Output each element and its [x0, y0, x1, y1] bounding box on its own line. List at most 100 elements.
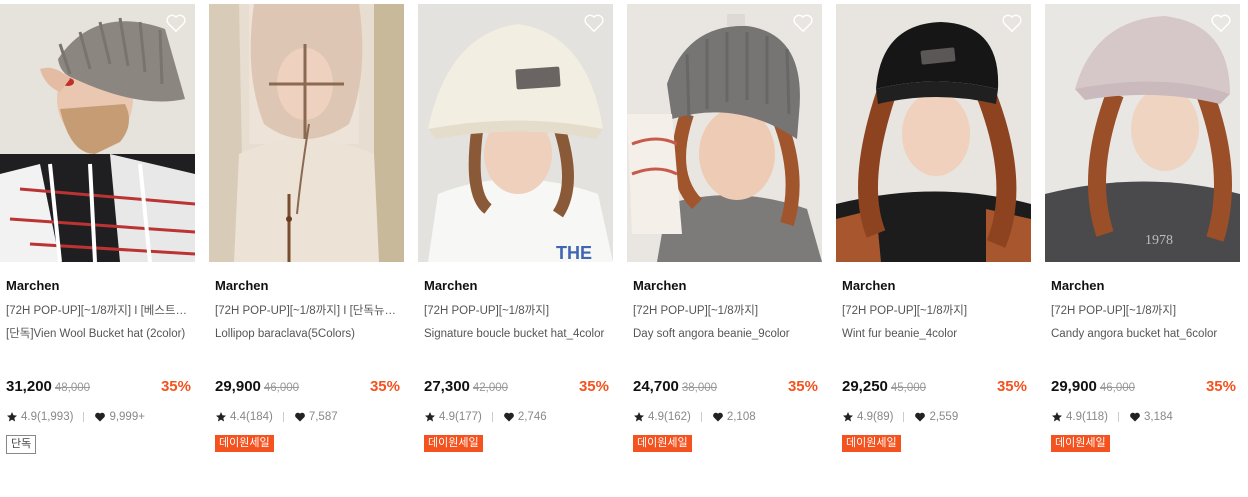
price-value: 29,250 [842, 378, 888, 395]
price-value: 29,900 [215, 378, 261, 395]
like-count: 7,587 [308, 411, 338, 423]
brand-name[interactable]: Marchen [215, 278, 268, 293]
original-price: 45,000 [890, 382, 927, 394]
star-icon [216, 412, 226, 422]
discount-rate: 35% [787, 378, 818, 395]
sale-price: 27,300 42,000 [424, 378, 508, 395]
product-photo: 1978 [1045, 4, 1240, 262]
product-title[interactable]: Lollipop baraclava(5Colors) [215, 327, 401, 342]
rating-value: 4.9(89) [857, 411, 894, 423]
product-stats: 4.9(118) 3,184 [1051, 411, 1173, 423]
original-price: 46,000 [263, 382, 300, 394]
product-photo [209, 4, 404, 262]
sale-price: 29,900 46,000 [215, 378, 299, 395]
like-count: 2,559 [929, 411, 959, 423]
sale-badge: 데이원세일 [215, 435, 274, 452]
product-image[interactable]: THE [418, 4, 613, 262]
like-count: 9,999+ [109, 411, 145, 423]
product-image[interactable] [627, 4, 822, 262]
discount-rate: 35% [369, 378, 400, 395]
product-card[interactable]: 1978 Marchen [72H POP-UP][~1/8까지] Candy … [1045, 4, 1240, 484]
brand-name[interactable]: Marchen [1051, 278, 1104, 293]
stat-divider [282, 412, 284, 422]
discount-rate: 35% [160, 378, 191, 395]
star-icon [634, 412, 644, 422]
heart-outline-icon[interactable] [165, 13, 187, 33]
product-card[interactable]: Marchen [72H POP-UP][~1/8까지] Day soft an… [627, 4, 822, 484]
price-value: 31,200 [6, 378, 52, 395]
like-count: 2,108 [726, 411, 756, 423]
stat-divider [491, 412, 493, 422]
product-promo[interactable]: [72H POP-UP][~1/8까지] [424, 304, 610, 319]
product-stats: 4.9(1,993) 9,999+ [6, 411, 145, 423]
star-icon [425, 412, 435, 422]
stat-divider [700, 412, 702, 422]
exclusive-badge: 단독 [6, 435, 37, 454]
product-grid: Marchen [72H POP-UP][~1/8까지] I [베스트셀러] V… [0, 0, 1248, 497]
heart-outline-icon[interactable] [1001, 13, 1023, 33]
original-price: 46,000 [1099, 382, 1136, 394]
sale-price: 24,700 38,000 [633, 378, 717, 395]
heart-icon [1130, 412, 1140, 422]
product-promo[interactable]: [72H POP-UP][~1/8까지] [1051, 304, 1237, 319]
heart-icon [294, 412, 305, 422]
product-title[interactable]: Candy angora bucket hat_6color [1051, 327, 1237, 342]
product-photo: THE [418, 4, 613, 262]
stat-divider [903, 412, 905, 422]
product-stats: 4.9(162) 2,108 [633, 411, 756, 423]
heart-outline-icon[interactable] [583, 13, 605, 33]
rating-value: 4.9(1,993) [21, 411, 74, 423]
product-card[interactable]: Marchen [72H POP-UP][~1/8까지] I [베스트셀러] V… [0, 4, 195, 484]
sale-badge: 데이원세일 [842, 435, 901, 452]
brand-name[interactable]: Marchen [424, 278, 477, 293]
discount-rate: 35% [578, 378, 609, 395]
discount-rate: 35% [996, 378, 1027, 395]
brand-name[interactable]: Marchen [6, 278, 59, 293]
svg-text:THE: THE [556, 243, 592, 262]
svg-text:1978: 1978 [1145, 233, 1173, 248]
heart-icon [95, 412, 106, 422]
product-title[interactable]: [단독]Vien Wool Bucket hat (2color) [6, 327, 192, 342]
product-title[interactable]: Signature boucle bucket hat_4color [424, 327, 610, 342]
rating-value: 4.9(162) [648, 411, 691, 423]
product-photo [836, 4, 1031, 262]
product-title[interactable]: Day soft angora beanie_9color [633, 327, 819, 342]
sale-price: 29,250 45,000 [842, 378, 926, 395]
discount-rate: 35% [1205, 378, 1236, 395]
price-value: 29,900 [1051, 378, 1097, 395]
star-icon [1052, 412, 1062, 422]
heart-outline-icon[interactable] [792, 13, 814, 33]
price-value: 27,300 [424, 378, 470, 395]
product-image[interactable] [836, 4, 1031, 262]
product-promo[interactable]: [72H POP-UP][~1/8까지] I [베스트셀러] Vien Wool… [6, 304, 192, 319]
original-price: 42,000 [472, 382, 509, 394]
product-promo[interactable]: [72H POP-UP][~1/8까지] I [단독뉴… [215, 304, 401, 319]
product-stats: 4.4(184) 7,587 [215, 411, 338, 423]
like-count: 2,746 [517, 411, 547, 423]
original-price: 48,000 [54, 382, 91, 394]
sale-price: 31,200 48,000 [6, 378, 90, 395]
product-stats: 4.9(89) 2,559 [842, 411, 958, 423]
heart-outline-icon[interactable] [1210, 13, 1232, 33]
product-card[interactable]: THE Marchen [72H POP-UP][~1/8까지] Signatu… [418, 4, 613, 484]
sale-badge: 데이원세일 [633, 435, 692, 452]
brand-name[interactable]: Marchen [842, 278, 895, 293]
product-title[interactable]: Wint fur beanie_4color [842, 327, 1028, 342]
product-image[interactable] [0, 4, 195, 262]
product-image[interactable] [209, 4, 404, 262]
product-promo[interactable]: [72H POP-UP][~1/8까지] [842, 304, 1028, 319]
product-card[interactable]: Marchen [72H POP-UP][~1/8까지] Wint fur be… [836, 4, 1031, 484]
stat-divider [1117, 412, 1119, 422]
product-promo[interactable]: [72H POP-UP][~1/8까지] [633, 304, 819, 319]
sale-price: 29,900 46,000 [1051, 378, 1135, 395]
like-count: 3,184 [1143, 411, 1173, 423]
product-photo [627, 4, 822, 262]
product-image[interactable]: 1978 [1045, 4, 1240, 262]
brand-name[interactable]: Marchen [633, 278, 686, 293]
heart-icon [503, 412, 514, 422]
stat-divider [83, 412, 85, 422]
product-card[interactable]: Marchen [72H POP-UP][~1/8까지] I [단독뉴… Lol… [209, 4, 404, 484]
star-icon [7, 412, 17, 422]
rating-value: 4.9(177) [439, 411, 482, 423]
product-stats: 4.9(177) 2,746 [424, 411, 547, 423]
